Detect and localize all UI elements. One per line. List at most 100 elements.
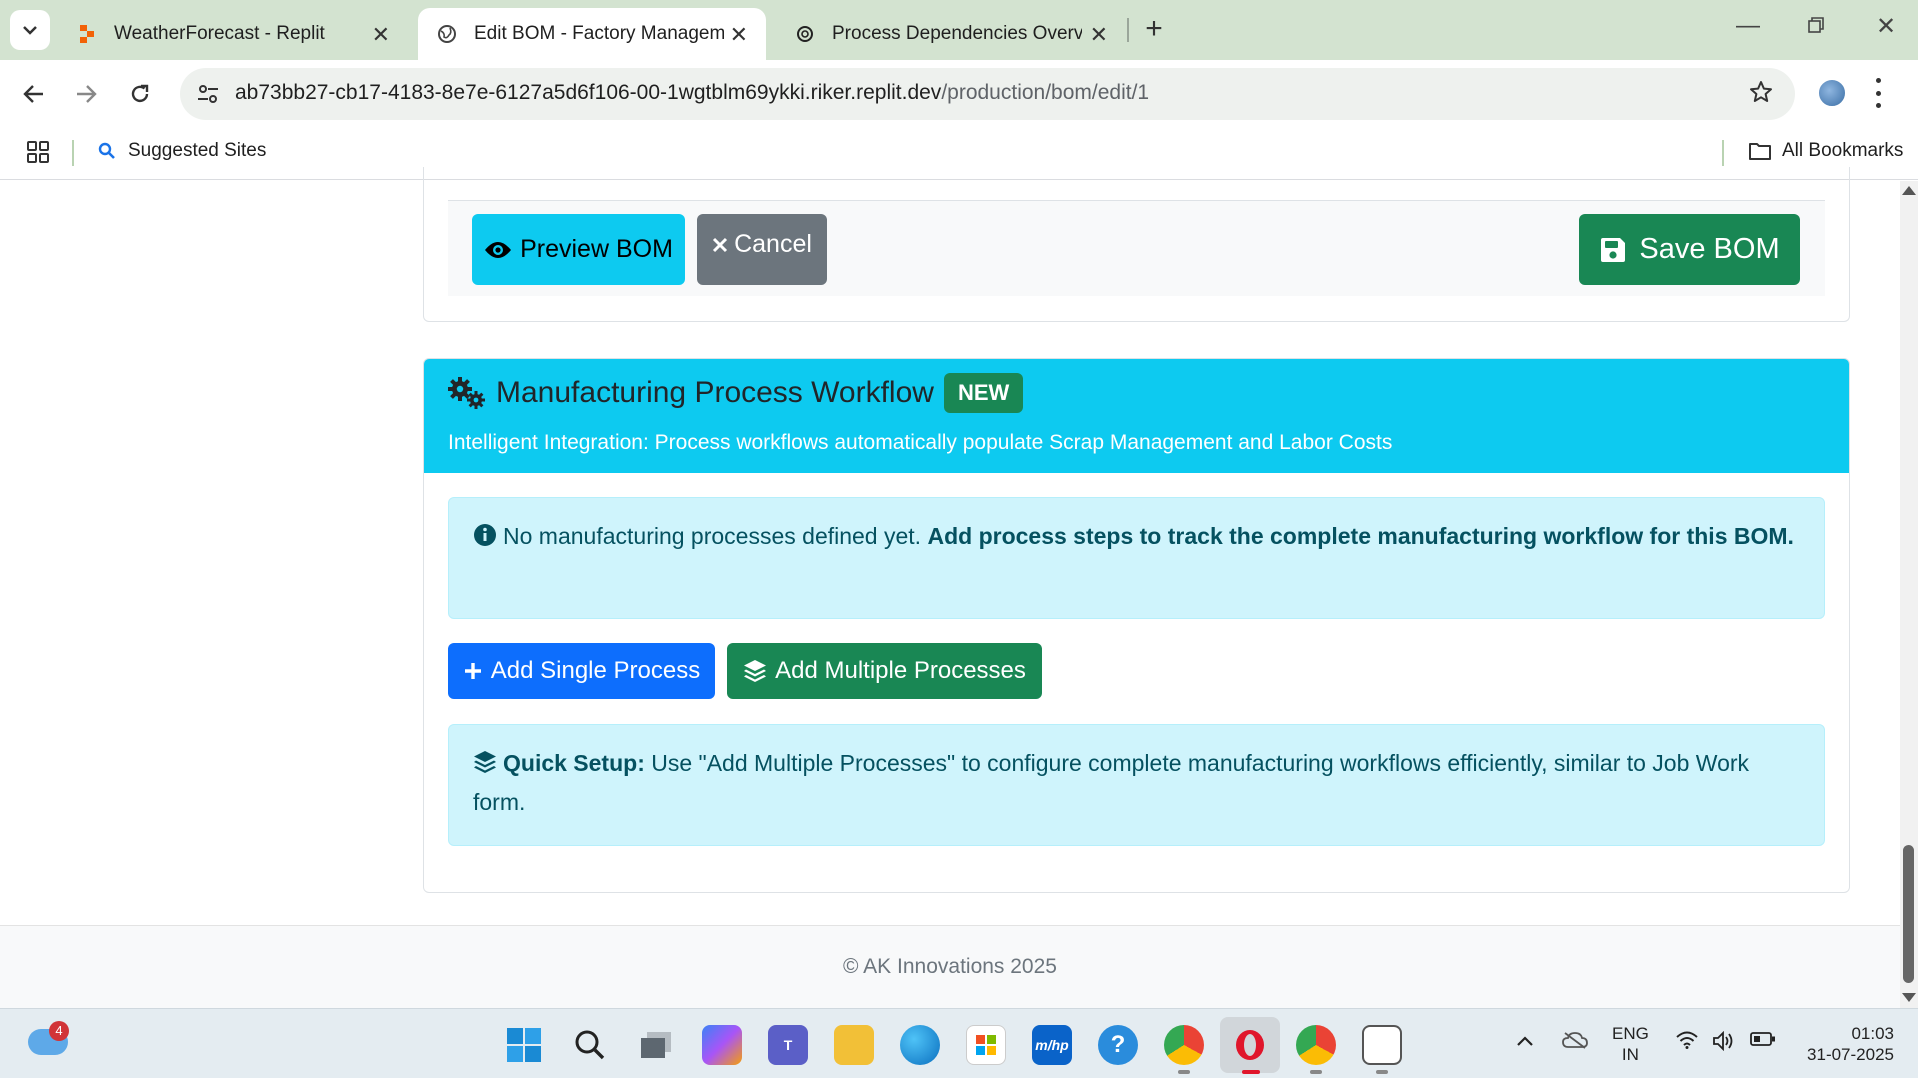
url-path: /production/bom/edit/1	[941, 81, 1150, 104]
restore-icon[interactable]	[1796, 12, 1836, 41]
close-icon	[713, 237, 728, 253]
battery-icon[interactable]	[1750, 1031, 1776, 1052]
clock-date: 31-07-2025	[1807, 1045, 1894, 1064]
quick-setup-alert: Quick Setup: Use "Add Multiple Processes…	[448, 724, 1825, 846]
chrome-icon[interactable]	[1296, 1025, 1336, 1065]
browser-toolbar: ab73bb27-cb17-4183-8e7e-6127a5d6f106-00-…	[0, 60, 1918, 128]
all-bookmarks-button[interactable]: All Bookmarks	[1748, 140, 1903, 162]
bookmark-label: Suggested Sites	[128, 140, 267, 161]
weather-notification-badge: 4	[49, 1021, 69, 1041]
tab-title: Edit BOM - Factory Management	[474, 23, 724, 44]
tab-title: WeatherForecast - Replit	[114, 23, 325, 44]
bookmark-star-icon[interactable]	[1749, 80, 1773, 109]
folder-icon	[1749, 143, 1771, 160]
globe-icon	[436, 23, 458, 45]
browser-menu-icon[interactable]	[1873, 78, 1883, 108]
tab-strip: WeatherForecast - Replit ✕ Edit BOM - Fa…	[0, 0, 1918, 60]
preview-bom-label: Preview BOM	[520, 235, 673, 263]
quick-setup-text: Use "Add Multiple Processes" to configur…	[473, 750, 1750, 815]
reload-icon	[131, 84, 149, 103]
eye-icon	[485, 241, 512, 258]
volume-icon[interactable]	[1712, 1030, 1736, 1056]
store-icon[interactable]	[966, 1025, 1006, 1065]
process-workflow-card: Manufacturing Process Workflow NEW Intel…	[423, 358, 1850, 893]
replit-icon	[76, 23, 98, 45]
windows-taskbar: 4 T m/hp ? ENG IN 01:03 31-07-2025	[0, 1008, 1918, 1078]
save-bom-button[interactable]: Save BOM	[1579, 214, 1800, 285]
reload-button[interactable]	[120, 74, 160, 114]
tab-weatherforecast[interactable]: WeatherForecast - Replit ✕	[58, 8, 408, 60]
info-circle-icon	[473, 521, 497, 557]
add-multiple-processes-button[interactable]: Add Multiple Processes	[727, 643, 1042, 699]
forward-button[interactable]	[66, 74, 106, 114]
page-footer: © AK Innovations 2025	[0, 925, 1900, 1008]
address-bar[interactable]: ab73bb27-cb17-4183-8e7e-6127a5d6f106-00-…	[180, 68, 1795, 120]
cancel-label: Cancel	[734, 230, 812, 258]
chrome-profile-icon[interactable]	[1164, 1025, 1204, 1065]
layer-group-icon	[744, 660, 767, 682]
profile-avatar[interactable]	[1817, 78, 1847, 108]
scroll-up-arrow-icon[interactable]	[1902, 186, 1916, 195]
gears-icon	[448, 377, 485, 409]
search-icon[interactable]	[570, 1025, 610, 1065]
tab-process-dependencies[interactable]: Process Dependencies Overview ✕	[776, 8, 1126, 60]
help-icon[interactable]: ?	[1098, 1025, 1138, 1065]
no-processes-hint: Add process steps to track the complete …	[927, 523, 1794, 549]
edge-icon[interactable]	[900, 1025, 940, 1065]
site-settings-icon[interactable]	[194, 80, 222, 108]
back-button[interactable]	[14, 74, 54, 114]
file-explorer-icon[interactable]	[834, 1025, 874, 1065]
system-clock[interactable]: 01:03 31-07-2025	[1790, 1023, 1894, 1065]
minimize-icon[interactable]: —	[1728, 12, 1768, 40]
copilot-icon[interactable]	[702, 1025, 742, 1065]
snipping-tool-icon[interactable]	[1362, 1025, 1402, 1065]
openai-icon	[794, 23, 816, 45]
language-code: ENG	[1612, 1024, 1649, 1043]
tab-edit-bom[interactable]: Edit BOM - Factory Management ✕	[418, 8, 766, 60]
layer-group-icon	[473, 748, 497, 784]
bookmark-suggested-sites[interactable]: Suggested Sites	[98, 140, 266, 162]
arrow-left-icon	[23, 85, 43, 103]
close-tab-icon[interactable]: ✕	[372, 22, 390, 48]
bookmark-divider	[1722, 140, 1724, 166]
tab-search-button[interactable]	[10, 10, 50, 50]
workflow-subtitle: Intelligent Integration: Process workflo…	[448, 431, 1393, 454]
no-processes-text: No manufacturing processes defined yet.	[503, 523, 922, 549]
apps-grid-icon[interactable]	[26, 140, 50, 169]
url-host: ab73bb27-cb17-4183-8e7e-6127a5d6f106-00-…	[235, 81, 942, 104]
new-badge: NEW	[943, 373, 1024, 413]
no-processes-alert: No manufacturing processes defined yet. …	[448, 497, 1825, 619]
clock-time: 01:03	[1851, 1024, 1894, 1043]
app-running-indicator	[1376, 1070, 1388, 1074]
search-icon	[98, 142, 115, 159]
scroll-down-arrow-icon[interactable]	[1902, 993, 1916, 1002]
close-tab-icon[interactable]: ✕	[1090, 22, 1108, 48]
workflow-title: Manufacturing Process Workflow NEW	[448, 373, 1024, 413]
preview-bom-button[interactable]: Preview BOM	[472, 214, 685, 285]
opera-icon-active[interactable]	[1220, 1017, 1280, 1073]
language-indicator[interactable]: ENG IN	[1612, 1023, 1649, 1065]
add-single-process-button[interactable]: Add Single Process	[448, 643, 715, 699]
teams-icon[interactable]: T	[768, 1025, 808, 1065]
url-text[interactable]: ab73bb27-cb17-4183-8e7e-6127a5d6f106-00-…	[235, 81, 1149, 105]
copyright-text: © AK Innovations 2025	[843, 955, 1057, 978]
scrollbar-thumb[interactable]	[1903, 845, 1914, 983]
start-menu-icon[interactable]	[504, 1025, 544, 1065]
app-running-indicator	[1310, 1070, 1322, 1074]
cancel-button[interactable]: Cancel	[697, 214, 827, 285]
new-tab-button[interactable]: +	[1137, 12, 1171, 46]
myhp-icon[interactable]: m/hp	[1032, 1025, 1072, 1065]
onedrive-cloud-icon[interactable]	[1562, 1031, 1588, 1054]
bookmark-label: All Bookmarks	[1782, 140, 1904, 161]
save-bom-label: Save BOM	[1639, 233, 1780, 265]
bookmark-divider	[72, 140, 74, 166]
workflow-card-header: Manufacturing Process Workflow NEW Intel…	[424, 359, 1849, 473]
plus-icon	[464, 663, 481, 679]
chevron-down-icon	[23, 26, 37, 35]
task-view-icon[interactable]	[636, 1025, 676, 1065]
show-hidden-icons-chevron-icon[interactable]	[1516, 1031, 1534, 1052]
wifi-icon[interactable]	[1676, 1031, 1698, 1054]
app-active-indicator	[1242, 1070, 1260, 1074]
close-tab-icon[interactable]: ✕	[730, 22, 748, 48]
close-window-icon[interactable]: ✕	[1866, 12, 1906, 41]
